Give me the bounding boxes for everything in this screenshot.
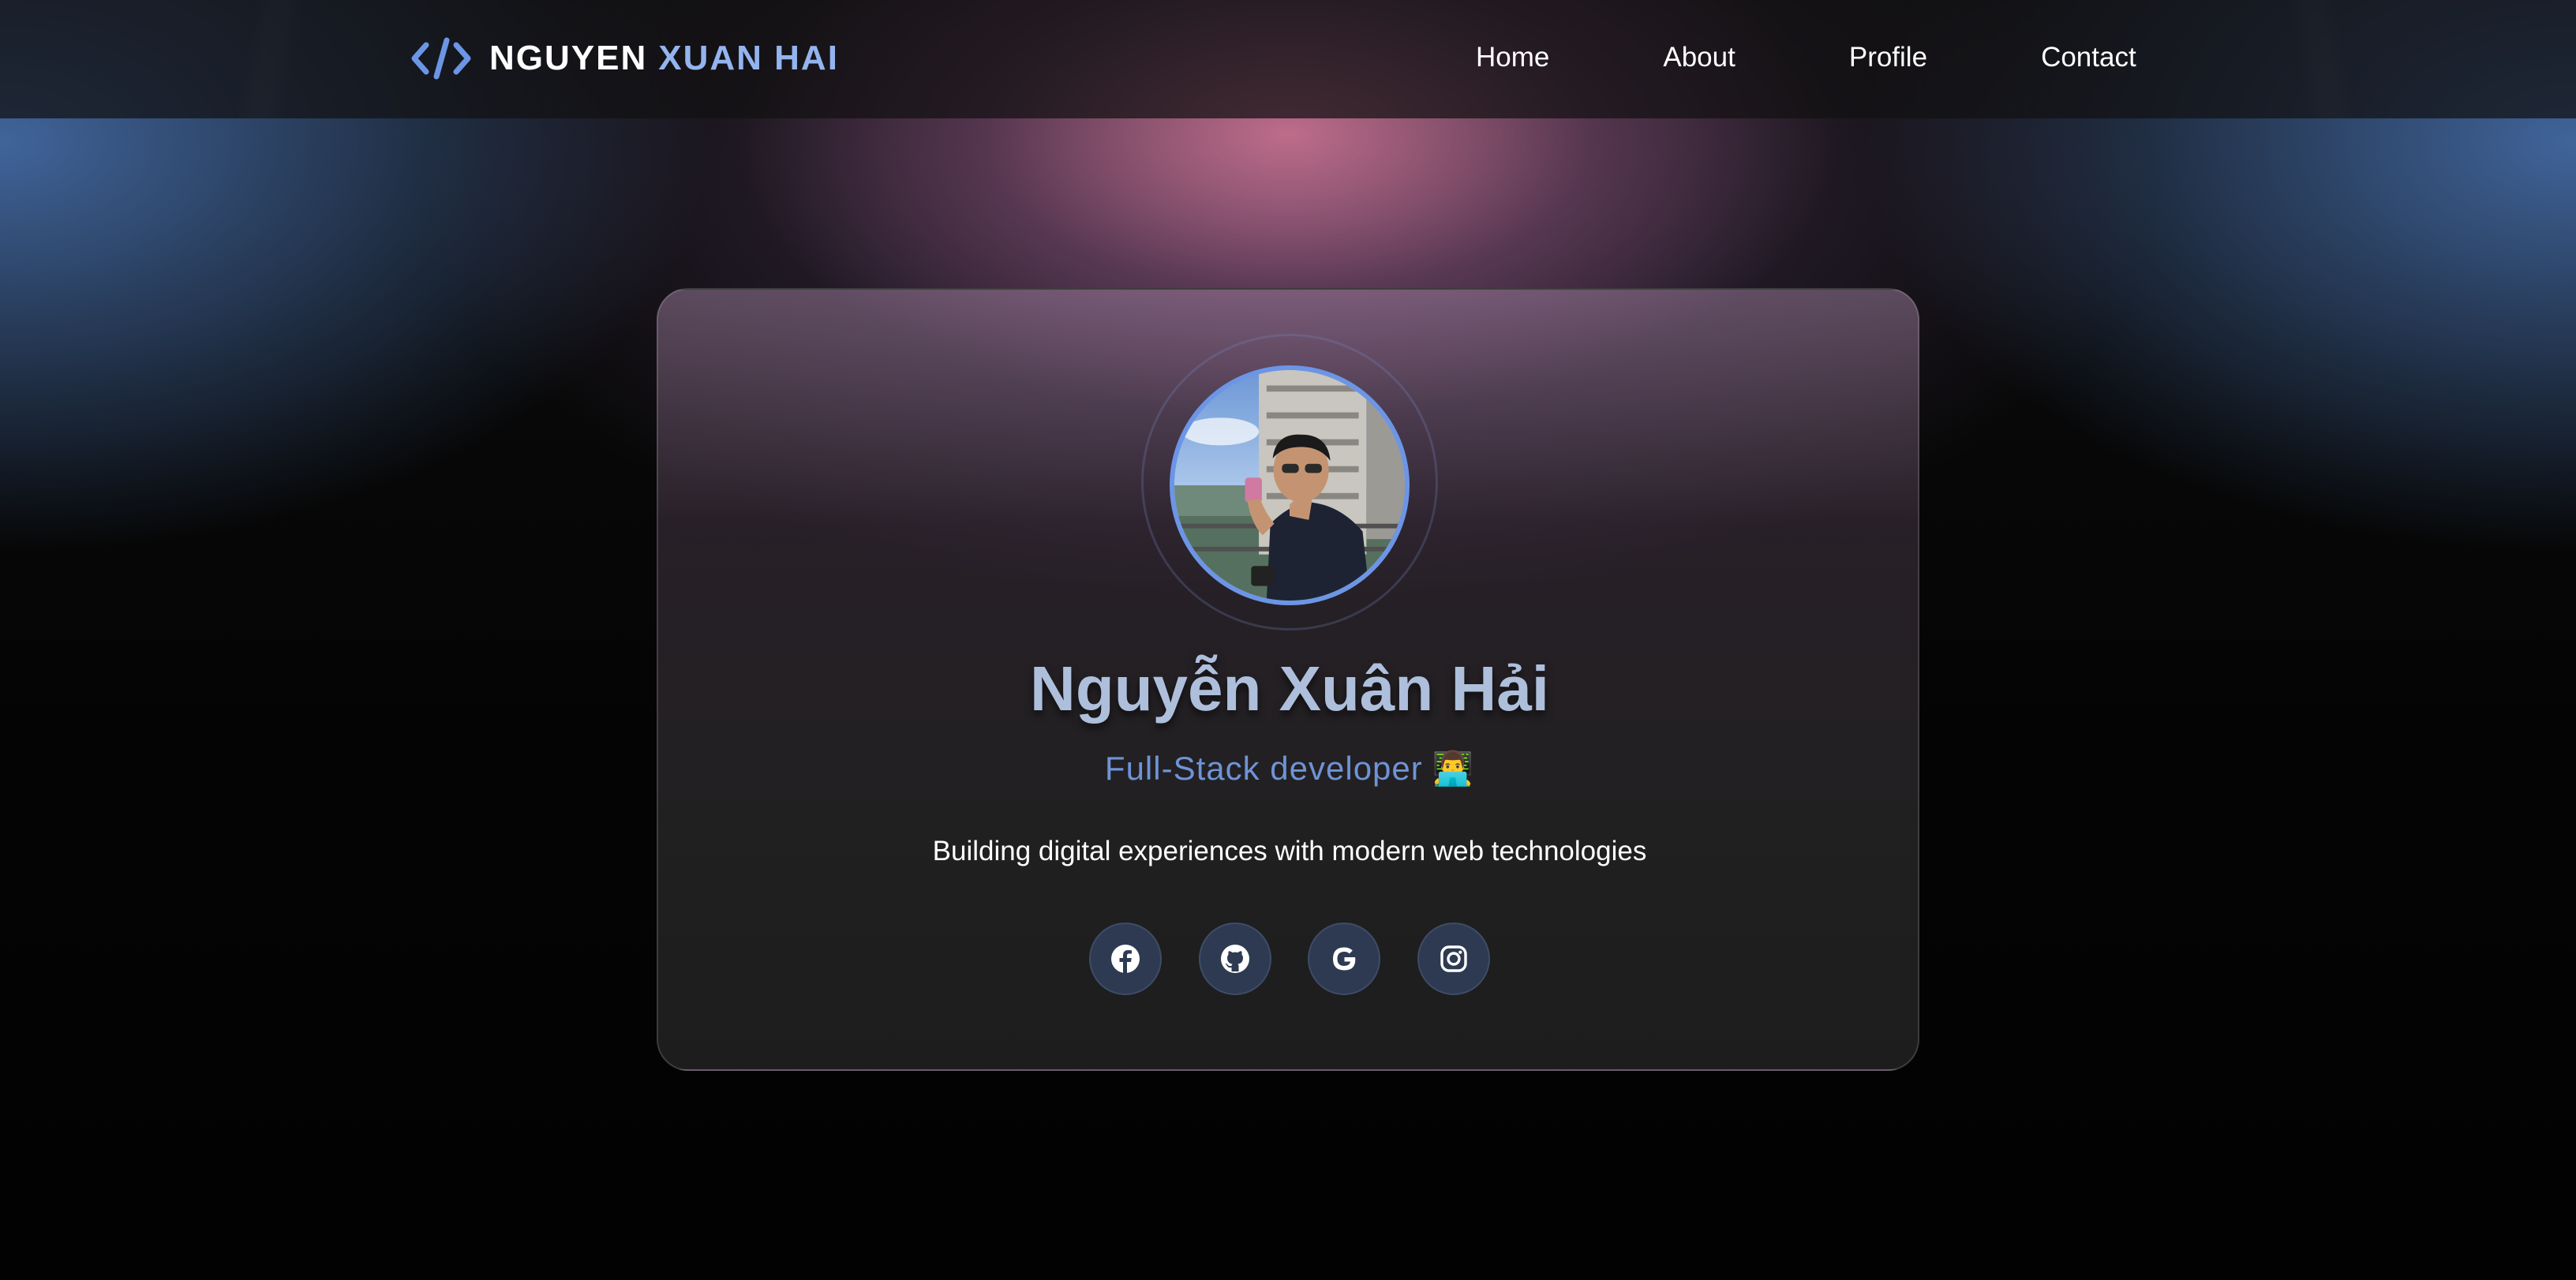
profile-card: Nguyễn Xuân Hải Full-Stack developer 👨‍💻 … [657, 288, 1919, 1071]
avatar-photo [1174, 370, 1405, 601]
google-icon [1333, 947, 1356, 971]
avatar [1170, 365, 1410, 605]
main-nav: Home About Profile Contact [1476, 36, 2136, 80]
nav-profile-link[interactable]: Profile [1849, 42, 1927, 73]
github-icon [1220, 945, 1249, 973]
brand-name-last: XUAN HAI [658, 39, 839, 77]
brand-logo[interactable]: NGUYEN XUAN HAI [410, 33, 839, 84]
facebook-icon [1111, 945, 1140, 973]
instagram-button[interactable] [1417, 923, 1490, 995]
technologist-emoji: 👨‍💻 [1432, 749, 1475, 788]
github-button[interactable] [1198, 923, 1271, 995]
instagram-icon [1440, 945, 1467, 972]
nav-about-link[interactable]: About [1663, 42, 1735, 73]
top-navbar: NGUYEN XUAN HAI Home About Profile Conta… [0, 0, 2576, 118]
role-text: Full-Stack developer [1104, 750, 1423, 787]
profile-role: Full-Stack developer 👨‍💻 [658, 749, 1921, 788]
profile-tagline: Building digital experiences with modern… [932, 836, 1647, 866]
profile-name: Nguyễn Xuân Hải [1030, 653, 1549, 724]
social-links [1089, 923, 1490, 995]
facebook-button[interactable] [1089, 923, 1162, 995]
google-button[interactable] [1308, 923, 1381, 995]
nav-contact-link[interactable]: Contact [2041, 42, 2136, 73]
code-brackets-icon [411, 37, 471, 80]
nav-home-link[interactable]: Home [1476, 42, 1549, 73]
brand-name-first: NGUYEN [489, 39, 648, 77]
